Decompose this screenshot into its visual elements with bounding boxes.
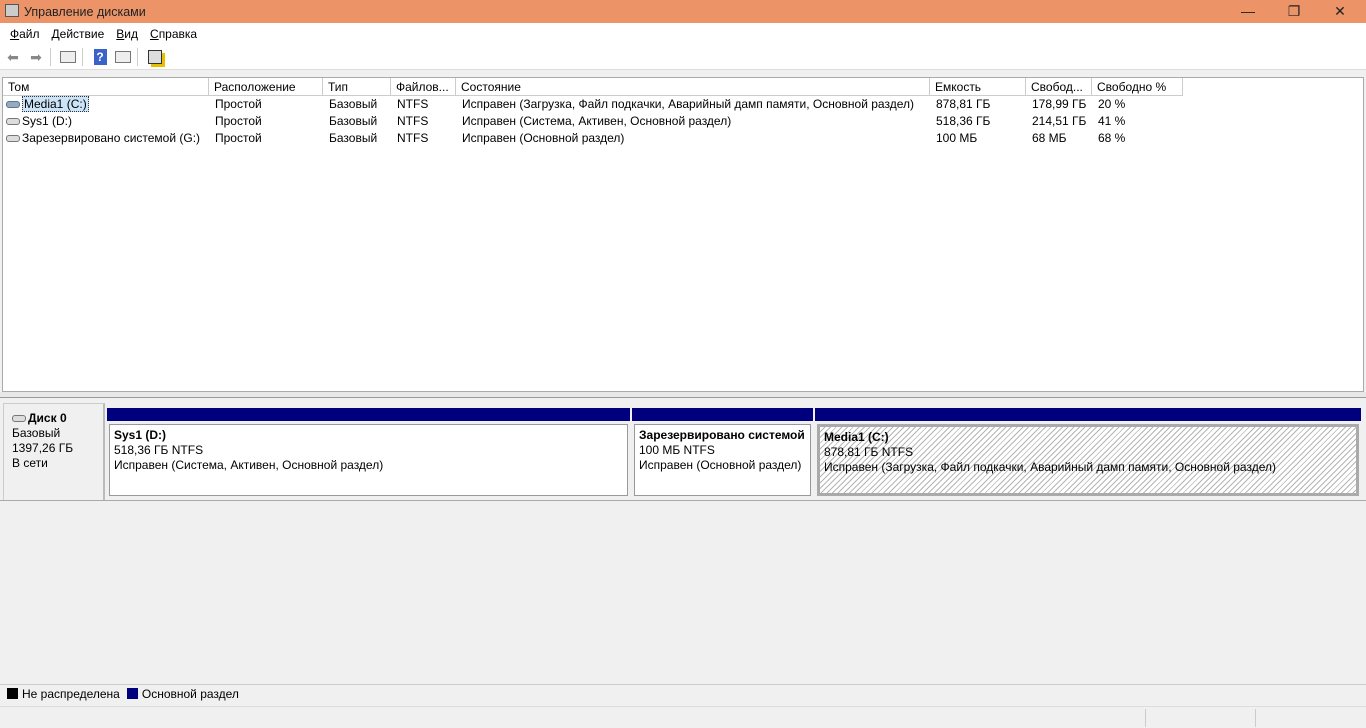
disk-name: Диск 0 (28, 411, 67, 425)
cell: Базовый (329, 114, 378, 128)
column-header-status[interactable]: Состояние (456, 78, 930, 96)
menu-view[interactable]: Вид (116, 27, 138, 41)
minimize-button[interactable]: — (1225, 0, 1271, 22)
close-button[interactable]: ✕ (1317, 0, 1363, 22)
legend-primary-partition: Основной раздел (141, 686, 239, 701)
cell: Базовый (329, 97, 378, 111)
window-title: Управление дисками (24, 4, 146, 19)
column-header-free[interactable]: Свобод... (1026, 78, 1092, 96)
help-icon[interactable]: ? (90, 47, 110, 67)
partition-sys1[interactable]: Sys1 (D:) 518,36 ГБ NTFS Исправен (Система… (107, 408, 630, 496)
cell: Простой (215, 114, 262, 128)
cell: Исправен (Загрузка, Файл подкачки, Авари… (462, 97, 914, 111)
separator (137, 48, 138, 66)
cell: NTFS (397, 97, 429, 111)
properties-icon[interactable] (145, 47, 165, 67)
cell: 214,51 ГБ (1032, 114, 1087, 128)
partition-status: Исправен (Загрузка, Файл подкачки, Авари… (824, 460, 1276, 474)
cell: Простой (215, 97, 262, 111)
partition-status: Исправен (Система, Активен, Основной раз… (114, 458, 384, 472)
primary-partition-swatch (126, 688, 138, 699)
partition-name: Зарезервировано системой (639, 428, 805, 442)
disk-0-label[interactable]: Диск 0 Базовый 1397,26 ГБ В сети (3, 403, 105, 501)
back-icon[interactable]: ⬅ (3, 47, 23, 67)
divider (0, 500, 1366, 501)
disk-icon (12, 415, 26, 423)
menu-action[interactable]: Действие (52, 27, 105, 41)
cell: 68 МБ (1032, 131, 1067, 145)
column-header-capacity[interactable]: Емкость (930, 78, 1026, 96)
column-header-type[interactable]: Тип (323, 78, 391, 96)
forward-icon[interactable]: ➡ (26, 47, 46, 67)
cell: NTFS (397, 114, 429, 128)
cell: 41 % (1098, 114, 1126, 128)
pane-splitter[interactable] (0, 392, 1366, 398)
separator (50, 48, 51, 66)
disk-size: 1397,26 ГБ (12, 441, 74, 455)
cell: Простой (215, 131, 262, 145)
partition-size: 100 МБ NTFS (639, 443, 715, 457)
drive-icon (6, 135, 20, 143)
toolbar: ⬅ ➡ ? (0, 45, 1366, 70)
volume-name: Зарезервировано системой (G:) (22, 131, 201, 145)
partition-bar (632, 408, 813, 421)
cell: NTFS (397, 131, 429, 145)
partition-size: 518,36 ГБ NTFS (114, 443, 204, 457)
partition-media1[interactable]: Media1 (C:) 878,81 ГБ NTFS Исправен (Загру… (815, 408, 1361, 496)
partition-bar (107, 408, 630, 421)
cell: 20 % (1098, 97, 1126, 111)
status-bar (0, 706, 1366, 728)
partition-size: 878,81 ГБ NTFS (824, 445, 914, 459)
table-row[interactable]: Media1 (C:) Простой Базовый NTFS Исправе… (3, 96, 1363, 113)
column-header-filesystem[interactable]: Файлов... (391, 78, 456, 96)
cell: 68 % (1098, 131, 1126, 145)
disk-type: Базовый (12, 426, 61, 440)
disk-status: В сети (12, 456, 48, 470)
drive-icon (6, 101, 20, 109)
cell: 178,99 ГБ (1032, 97, 1087, 111)
cell: 878,81 ГБ (936, 97, 991, 111)
cell: 518,36 ГБ (936, 114, 991, 128)
show-hide-console-tree-icon[interactable] (58, 47, 78, 67)
partition-status: Исправен (Основной раздел) (639, 458, 802, 472)
drive-icon (6, 118, 20, 126)
show-hide-action-pane-icon[interactable] (113, 47, 133, 67)
title-bar: Управление дисками — ❐ ✕ (0, 0, 1366, 23)
unallocated-swatch (7, 688, 18, 699)
legend: Не распределена Основной раздел (0, 684, 1366, 702)
cell: 100 МБ (936, 131, 978, 145)
divider (1255, 709, 1256, 727)
cell: Исправен (Система, Активен, Основной раз… (462, 114, 732, 128)
table-row[interactable]: Sys1 (D:) Простой Базовый NTFS Исправен … (3, 113, 1363, 130)
partition-name: Sys1 (D:) (114, 428, 167, 442)
menu-help[interactable]: Справка (150, 27, 197, 41)
divider (1145, 709, 1146, 727)
partition-name: Media1 (C:) (824, 430, 889, 444)
maximize-button[interactable]: ❐ (1271, 0, 1317, 22)
menu-bar: Файл Действие Вид Справка (0, 23, 1366, 45)
column-header-volume[interactable]: Том (3, 78, 209, 96)
table-row[interactable]: Зарезервировано системой (G:) Простой Ба… (3, 130, 1363, 147)
column-header-layout[interactable]: Расположение (209, 78, 323, 96)
partition-reserved[interactable]: Зарезервировано системой 100 МБ NTFS Испра… (632, 408, 813, 496)
volume-list[interactable]: Том Расположение Тип Файлов... Состояние… (2, 77, 1364, 392)
column-header-free-percent[interactable]: Свободно % (1092, 78, 1183, 96)
cell: Исправен (Основной раздел) (462, 131, 625, 145)
separator (82, 48, 83, 66)
menu-file[interactable]: Файл (10, 27, 40, 41)
volume-name: Sys1 (D:) (22, 114, 73, 128)
volume-name: Media1 (C:) (22, 96, 89, 112)
legend-unallocated: Не распределена (22, 686, 120, 701)
cell: Базовый (329, 131, 378, 145)
disk-management-icon (5, 4, 19, 17)
partition-bar (815, 408, 1361, 421)
